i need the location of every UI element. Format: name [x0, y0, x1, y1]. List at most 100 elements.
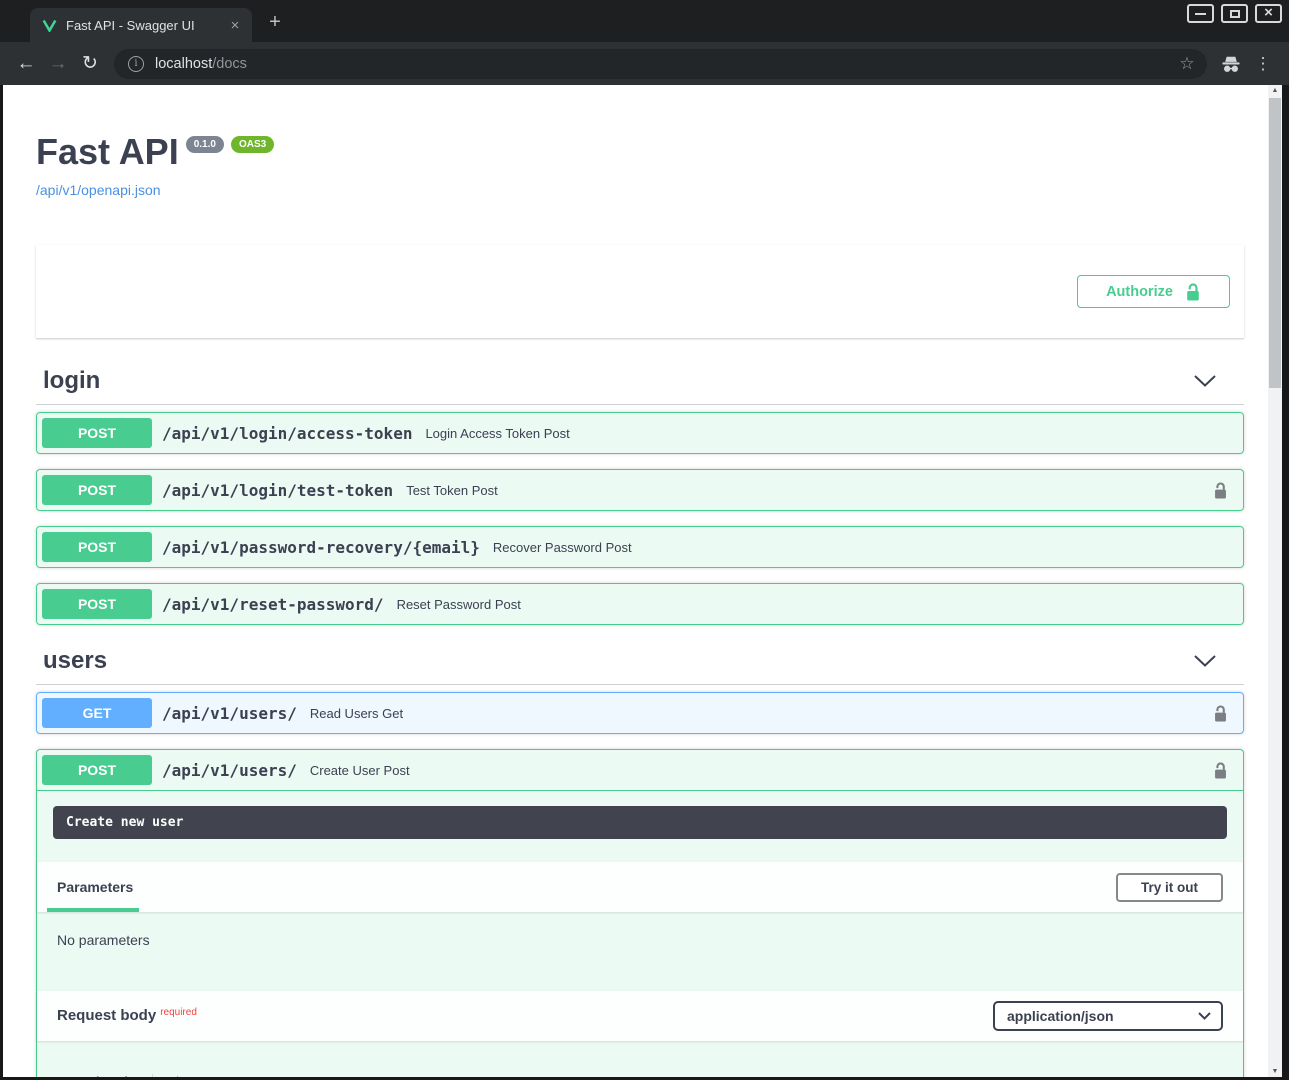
- url-host: localhost: [155, 56, 212, 72]
- chevron-down-icon[interactable]: [1194, 375, 1216, 387]
- tab-close-icon[interactable]: ×: [226, 16, 244, 34]
- operation-path: /api/v1/password-recovery/{email}: [162, 538, 480, 557]
- example-value-tab[interactable]: Example Value: [55, 1075, 143, 1078]
- api-info: Fast API 0.1.0 OAS3 /api/v1/openapi.json: [36, 132, 1244, 200]
- tag-title: login: [43, 367, 100, 395]
- opblock-reset-password: POST /api/v1/reset-password/ Reset Passw…: [36, 583, 1244, 625]
- address-bar[interactable]: i localhost/docs ☆: [114, 49, 1207, 79]
- parameters-header: Parameters Try it out: [37, 862, 1243, 912]
- active-tab-underline: [47, 908, 139, 912]
- opblock-read-users: GET /api/v1/users/ Read Users Get: [36, 692, 1244, 734]
- browser-tab[interactable]: Fast API - Swagger UI ×: [30, 8, 252, 42]
- model-example: Example Value Schema {: [37, 1041, 1243, 1077]
- auth-lock-button[interactable]: [1213, 704, 1228, 723]
- opblock-login-test-token: POST /api/v1/login/test-token Test Token…: [36, 469, 1244, 511]
- browser-menu-icon[interactable]: ⋮: [1247, 48, 1279, 80]
- method-badge: GET: [42, 698, 152, 728]
- bookmark-star-icon[interactable]: ☆: [1173, 50, 1201, 78]
- operation-description: Recover Password Post: [493, 540, 632, 555]
- operation-path: /api/v1/login/test-token: [162, 481, 393, 500]
- request-body-header: Request body required application/json: [37, 991, 1243, 1041]
- operation-summary[interactable]: POST /api/v1/users/ Create User Post: [37, 750, 1243, 791]
- operation-description: Create User Post: [310, 763, 410, 778]
- page-scrollbar[interactable]: ▲ ▼: [1268, 85, 1282, 1077]
- oas3-badge: OAS3: [231, 136, 274, 153]
- opblock-password-recovery: POST /api/v1/password-recovery/{email} R…: [36, 526, 1244, 568]
- required-flag: required: [160, 1007, 197, 1018]
- method-badge: POST: [42, 589, 152, 619]
- method-badge: POST: [42, 532, 152, 562]
- url-path: /docs: [212, 56, 247, 72]
- tab-divider: [152, 1074, 153, 1077]
- chevron-down-icon: [1198, 1012, 1211, 1020]
- scheme-container: Authorize: [36, 245, 1244, 338]
- auth-lock-button[interactable]: [1213, 761, 1228, 780]
- operation-markdown-description: Create new user: [53, 806, 1227, 839]
- try-it-out-button[interactable]: Try it out: [1116, 873, 1223, 902]
- maximize-button[interactable]: [1221, 4, 1248, 23]
- operation-summary[interactable]: POST /api/v1/password-recovery/{email} R…: [37, 527, 1243, 567]
- version-badge: 0.1.0: [186, 136, 224, 153]
- url-text: localhost/docs: [155, 56, 1173, 72]
- browser-window: Fast API - Swagger UI × + × ← → ↻ i loca…: [0, 0, 1289, 1080]
- forward-button[interactable]: →: [42, 48, 74, 80]
- minimize-button[interactable]: [1187, 4, 1214, 23]
- request-body-title: Request body required: [57, 1007, 197, 1025]
- method-badge: POST: [42, 755, 152, 785]
- parameters-tab[interactable]: Parameters: [57, 879, 133, 895]
- scroll-down-icon[interactable]: ▼: [1268, 1068, 1282, 1075]
- new-tab-button[interactable]: +: [262, 9, 288, 35]
- chevron-down-icon[interactable]: [1194, 655, 1216, 667]
- window-controls: ×: [1187, 4, 1282, 23]
- operation-description: Reset Password Post: [397, 597, 521, 612]
- close-button[interactable]: ×: [1255, 4, 1282, 23]
- site-info-icon[interactable]: i: [128, 56, 144, 72]
- openapi-spec-link[interactable]: /api/v1/openapi.json: [36, 182, 161, 198]
- method-badge: POST: [42, 475, 152, 505]
- operation-summary[interactable]: POST /api/v1/reset-password/ Reset Passw…: [37, 584, 1243, 624]
- operation-description: Test Token Post: [406, 483, 498, 498]
- unlocked-padlock-icon: [1185, 282, 1201, 302]
- close-icon: ×: [1264, 5, 1273, 20]
- titlebar: Fast API - Swagger UI × + ×: [0, 0, 1289, 42]
- model-tabs: Example Value Schema: [53, 1074, 1227, 1077]
- scroll-up-icon[interactable]: ▲: [1268, 87, 1282, 94]
- operation-summary[interactable]: POST /api/v1/login/access-token Login Ac…: [37, 413, 1243, 453]
- unlocked-padlock-icon: [1213, 761, 1228, 780]
- operation-summary[interactable]: POST /api/v1/login/test-token Test Token…: [37, 470, 1243, 510]
- reload-button[interactable]: ↻: [74, 48, 106, 80]
- unlocked-padlock-icon: [1213, 704, 1228, 723]
- tag-section-users: users GET /api/v1/users/ Read Users Get: [36, 640, 1244, 1077]
- opblock-login-access-token: POST /api/v1/login/access-token Login Ac…: [36, 412, 1244, 454]
- content-type-value: application/json: [1007, 1008, 1114, 1024]
- opblock-create-user: POST /api/v1/users/ Create User Post: [36, 749, 1244, 1077]
- tag-section-login: login POST /api/v1/login/access-token Lo…: [36, 360, 1244, 625]
- tag-title: users: [43, 647, 107, 675]
- page-favicon-icon: [42, 19, 57, 32]
- minimize-icon: [1195, 13, 1206, 15]
- operation-path: /api/v1/login/access-token: [162, 424, 412, 443]
- operation-path: /api/v1/users/: [162, 761, 297, 780]
- tag-header-users[interactable]: users: [36, 640, 1244, 685]
- tab-title: Fast API - Swagger UI: [66, 18, 226, 33]
- authorize-button[interactable]: Authorize: [1077, 275, 1230, 308]
- unlocked-padlock-icon: [1213, 481, 1228, 500]
- no-parameters-text: No parameters: [37, 912, 1243, 968]
- browser-toolbar: ← → ↻ i localhost/docs ☆ ⋮: [0, 42, 1289, 85]
- operation-body: Create new user Parameters Try it out No…: [37, 806, 1243, 1077]
- operation-path: /api/v1/reset-password/: [162, 595, 384, 614]
- request-body-label: Request body: [57, 1007, 156, 1024]
- page-title: Fast API: [36, 132, 179, 172]
- content-type-select[interactable]: application/json: [993, 1001, 1223, 1031]
- tag-header-login[interactable]: login: [36, 360, 1244, 405]
- maximize-icon: [1230, 10, 1240, 18]
- scrollbar-thumb[interactable]: [1269, 98, 1281, 388]
- schema-tab[interactable]: Schema: [162, 1075, 208, 1078]
- method-badge: POST: [42, 418, 152, 448]
- operation-description: Read Users Get: [310, 706, 403, 721]
- auth-lock-button[interactable]: [1213, 481, 1228, 500]
- incognito-icon: [1215, 48, 1247, 80]
- page-content: Fast API 0.1.0 OAS3 /api/v1/openapi.json…: [3, 85, 1268, 1077]
- operation-summary[interactable]: GET /api/v1/users/ Read Users Get: [37, 693, 1243, 733]
- back-button[interactable]: ←: [10, 48, 42, 80]
